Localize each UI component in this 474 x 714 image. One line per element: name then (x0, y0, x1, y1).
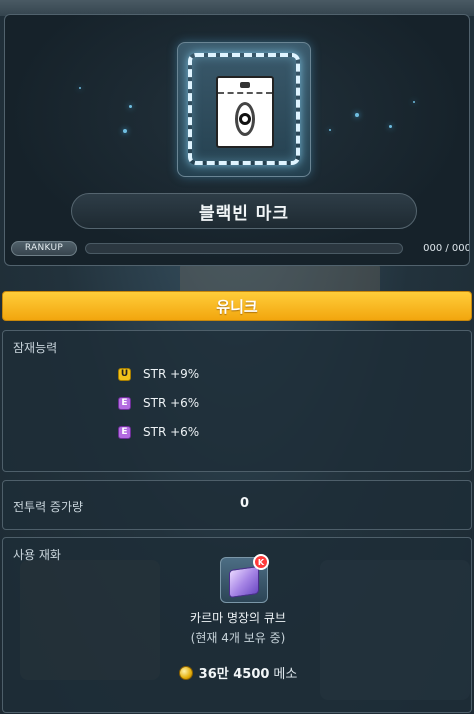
material-name: 카르마 명장의 큐브 (190, 611, 286, 625)
potential-line: E STR +6% (118, 394, 199, 412)
rankup-value: 000 / 000 (423, 243, 470, 254)
potential-section: 잠재능력 U STR +9% E STR +6% E STR +6% (2, 330, 472, 472)
potential-line-text: STR +6% (143, 396, 200, 410)
grade-badge: 유니크 (2, 291, 472, 321)
karma-master-cube-icon[interactable]: K (220, 554, 269, 603)
potential-line: U STR +9% (118, 365, 199, 383)
combat-power-value: 0 (240, 496, 250, 511)
meso-coin-icon (178, 665, 193, 680)
rankup-progress-bar (85, 243, 403, 254)
unique-grade-icon: U (118, 367, 131, 381)
potential-line-text: STR +9% (143, 367, 200, 381)
item-name: 블랙빈 마크 (71, 193, 417, 229)
black-bean-mark-icon (216, 76, 274, 148)
potential-line: E STR +6% (118, 423, 199, 441)
epic-grade-icon: E (118, 396, 131, 410)
potential-line-text: STR +6% (143, 425, 200, 439)
material-section: 사용 재화 K 카르마 명장의 큐브 (현재 4개 보유 중) 36만 4500… (2, 537, 472, 713)
material-title: 사용 재화 (13, 548, 61, 562)
item-slot[interactable] (177, 42, 311, 177)
material-owned-count: (현재 4개 보유 중) (190, 631, 286, 645)
karma-badge-icon: K (253, 554, 269, 570)
potential-title: 잠재능력 (13, 341, 58, 355)
rankup-row: RANKUP 000 / 000 (11, 241, 470, 257)
cost-amount: 36만 4500 (198, 667, 270, 682)
combat-power-label: 전투력 증가량 (13, 500, 84, 514)
epic-grade-icon: E (118, 425, 131, 439)
cost-row: 36만 4500 메소 (3, 663, 473, 682)
rankup-label: RANKUP (11, 241, 77, 256)
cost-unit: 메소 (273, 667, 298, 682)
combat-power-section: 전투력 증가량 0 (2, 480, 472, 530)
item-panel: 블랙빈 마크 RANKUP 000 / 000 (4, 14, 470, 266)
